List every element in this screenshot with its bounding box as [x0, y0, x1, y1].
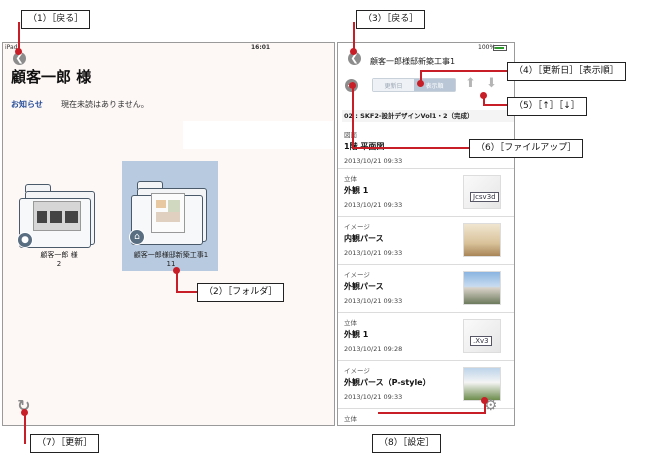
callout-file-upload: （6）［ファイルアップ］ [469, 139, 584, 158]
file-date: 2013/10/21 09:33 [344, 297, 403, 305]
file-row[interactable]: 立体 外観 1 2013/10/21 09:28 .Xv3 [338, 313, 514, 361]
user-icon: ● [17, 232, 33, 248]
file-row[interactable]: 立体 外観 1 2013/10/21 09:33 Jcsv3d [338, 169, 514, 217]
folder-count: 11 [166, 260, 176, 268]
notice-link[interactable]: お知らせ [11, 99, 43, 110]
file-category: イメージ [344, 367, 370, 375]
file-name: 外観パース（P-style） [344, 378, 431, 387]
file-name: 外観 1 [344, 186, 369, 195]
folder-project[interactable]: ⌂ [129, 175, 211, 247]
status-bar: iPad 16:01 [3, 43, 334, 53]
folder-path-header: 02 : SKF2-設計デザインVol1・2（完成） [342, 110, 514, 122]
callout-back-left: （1）［戻る］ [21, 10, 91, 29]
project-title: 顧客一郎様邸新築工事1 [370, 57, 456, 66]
notice-panel [183, 121, 333, 149]
callout-refresh: （7）［更新］ [30, 434, 100, 453]
clock: 16:01 [251, 44, 271, 51]
file-row[interactable]: イメージ 内観パース 2013/10/21 09:33 [338, 217, 514, 265]
floorplan-thumbnail [151, 193, 185, 233]
status-bar: 100% [338, 43, 514, 53]
file-date: 2013/10/21 09:33 [344, 393, 403, 401]
file-date: 2013/10/21 09:33 [344, 201, 403, 209]
file-date: 2013/10/21 09:28 [344, 345, 403, 353]
file-name: 外観 1 [344, 330, 369, 339]
file-row[interactable]: イメージ 外観パース 2013/10/21 09:33 [338, 265, 514, 313]
house-icon: ⌂ [129, 229, 145, 245]
callout-arrows: （5）［↑］［↓］ [507, 97, 587, 116]
document-3d-icon: .Xv3 [463, 319, 501, 353]
file-name: 外観パース [344, 282, 384, 291]
file-list-screen: 100% ❮ 顧客一郎様邸新築工事1 + 更新日 表示順 ⬆ ⬇ 02 : SK… [337, 42, 515, 426]
file-category: イメージ [344, 271, 370, 279]
back-arrow-icon: ❮ [350, 52, 359, 64]
folder-list-screen: iPad 16:01 ❮ 顧客一郎 様 お知らせ 現在未読はありません。 ● 顧… [2, 42, 335, 426]
sort-descending-icon[interactable]: ⬇ [486, 76, 497, 91]
file-category: 立体 [344, 319, 357, 327]
file-category: 立体 [344, 415, 357, 423]
file-date: 2013/10/21 09:33 [344, 249, 403, 257]
exterior-image-thumbnail [463, 271, 501, 305]
file-name: 内観パース [344, 234, 384, 243]
folder-thumbnail [33, 201, 81, 231]
back-arrow-icon: ❮ [15, 52, 24, 64]
callout-back-right: （3）［戻る］ [356, 10, 426, 29]
interior-image-thumbnail [463, 223, 501, 257]
page-title: 顧客一郎 様 [11, 68, 92, 86]
sort-segment-control: 更新日 表示順 [372, 78, 456, 92]
callout-folder: （2）［フォルダ］ [197, 283, 285, 302]
file-category: 図面 [344, 131, 357, 139]
notice-message: 現在未読はありません。 [61, 100, 149, 109]
callout-settings: （8）［設定］ [372, 434, 442, 453]
folder-count: 2 [56, 260, 62, 268]
sort-ascending-icon[interactable]: ⬆ [465, 76, 476, 91]
battery-icon [493, 45, 507, 51]
file-category: イメージ [344, 223, 370, 231]
document-3d-icon: Jcsv3d [463, 175, 501, 209]
sort-by-date-button[interactable]: 更新日 [373, 79, 414, 91]
file-category: 立体 [344, 175, 357, 183]
callout-sort: （4）［更新日］［表示順］ [507, 62, 626, 81]
folder-customer[interactable]: ● [17, 178, 99, 250]
file-date: 2013/10/21 09:33 [344, 157, 403, 165]
